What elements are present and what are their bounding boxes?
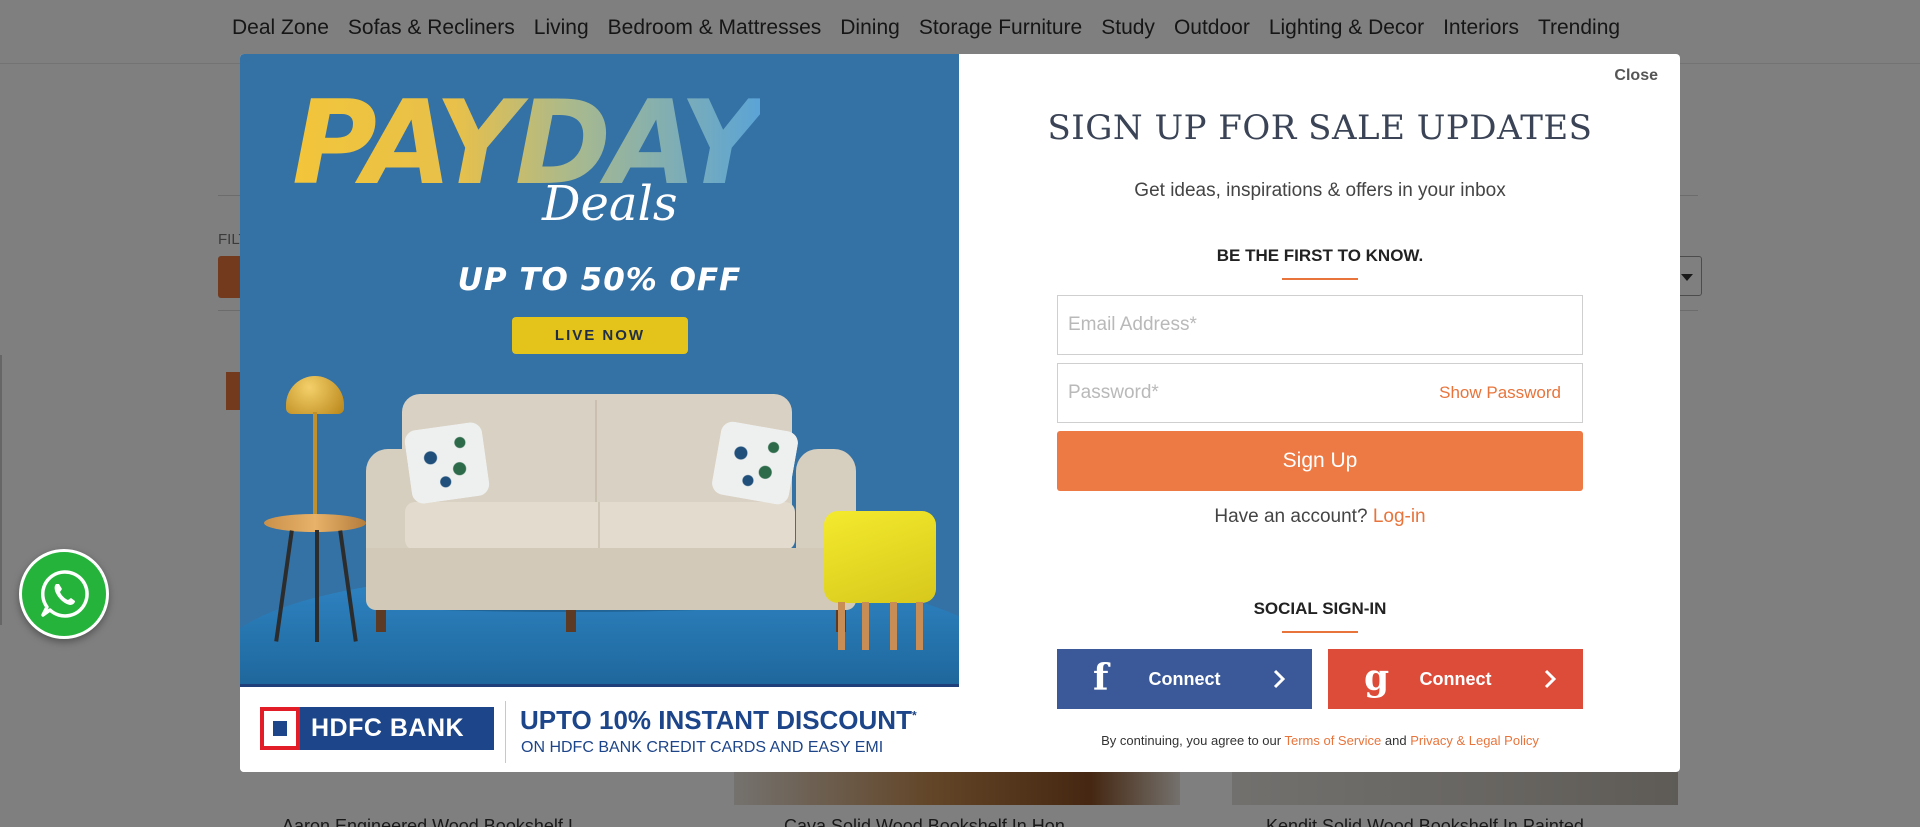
whatsapp-icon bbox=[41, 570, 89, 618]
close-button[interactable]: Close bbox=[1614, 67, 1658, 85]
sofa-leg bbox=[566, 610, 576, 632]
signup-button[interactable]: Sign Up bbox=[1057, 431, 1583, 491]
sofa-seat bbox=[405, 502, 795, 550]
google-connect-button[interactable]: g Connect bbox=[1328, 649, 1583, 709]
promo-offer: UP TO 50% OFF bbox=[457, 262, 742, 298]
password-field[interactable]: Show Password bbox=[1057, 363, 1583, 423]
terms-and: and bbox=[1384, 733, 1407, 748]
email-field[interactable] bbox=[1057, 295, 1583, 355]
show-password-toggle[interactable]: Show Password bbox=[1439, 383, 1561, 403]
bank-offer-title: UPTO 10% INSTANT DISCOUNT* bbox=[520, 705, 917, 735]
social-heading: SOCIAL SIGN-IN bbox=[1253, 599, 1387, 618]
promo-banner[interactable]: PAYDAY Deals UP TO 50% OFF LIVE NOW bbox=[240, 54, 959, 684]
login-link[interactable]: Log-in bbox=[1373, 506, 1426, 527]
hdfc-mark-icon bbox=[260, 707, 300, 750]
facebook-connect-button[interactable]: f Connect bbox=[1057, 649, 1312, 709]
bank-offer-strip[interactable]: HDFC BANK UPTO 10% INSTANT DISCOUNT* ON … bbox=[240, 684, 959, 772]
section-rule bbox=[1282, 278, 1358, 280]
ottoman-illustration bbox=[824, 511, 936, 603]
table-leg bbox=[315, 530, 319, 642]
ottoman-leg bbox=[890, 602, 897, 650]
lamp-illustration bbox=[286, 376, 344, 414]
modal-title: SIGN UP FOR SALE UPDATES bbox=[1047, 108, 1593, 148]
section-heading: BE THE FIRST TO KNOW. bbox=[1216, 246, 1424, 265]
terms-link[interactable]: Terms of Service bbox=[1284, 733, 1381, 748]
pillow-illustration bbox=[710, 419, 800, 507]
hdfc-logo: HDFC BANK bbox=[260, 707, 494, 750]
lamp-pole bbox=[313, 412, 317, 518]
modal-subtitle: Get ideas, inspirations & offers in your… bbox=[1134, 180, 1506, 201]
bank-offer-subtitle: ON HDFC BANK CREDIT CARDS AND EASY EMI bbox=[521, 739, 884, 756]
promo-headline-script: Deals bbox=[542, 176, 678, 232]
privacy-link[interactable]: Privacy & Legal Policy bbox=[1410, 733, 1539, 748]
hdfc-logo-text: HDFC BANK bbox=[311, 714, 465, 742]
ottoman-leg bbox=[838, 602, 845, 650]
have-account-text: Have an account? bbox=[1214, 506, 1368, 527]
chevron-right-icon bbox=[1273, 669, 1286, 689]
bank-divider bbox=[505, 701, 506, 763]
social-rule bbox=[1282, 631, 1358, 633]
terms-notice: By continuing, you agree to our Terms of… bbox=[960, 733, 1680, 748]
pillow-illustration bbox=[403, 420, 491, 506]
sofa-base bbox=[366, 548, 856, 610]
ottoman-leg bbox=[916, 602, 923, 650]
login-prompt: Have an account? Log-in bbox=[960, 506, 1680, 528]
ottoman-leg bbox=[862, 602, 869, 650]
promo-headline: PAYDAY bbox=[292, 76, 764, 211]
live-now-badge: LIVE NOW bbox=[512, 317, 688, 354]
chevron-right-icon bbox=[1544, 669, 1557, 689]
signup-modal: PAYDAY Deals UP TO 50% OFF LIVE NOW HDFC bbox=[240, 54, 1680, 772]
terms-prefix: By continuing, you agree to our bbox=[1101, 733, 1282, 748]
email-input[interactable] bbox=[1058, 296, 1582, 354]
whatsapp-button[interactable] bbox=[19, 549, 109, 639]
sofa-leg bbox=[376, 610, 386, 632]
